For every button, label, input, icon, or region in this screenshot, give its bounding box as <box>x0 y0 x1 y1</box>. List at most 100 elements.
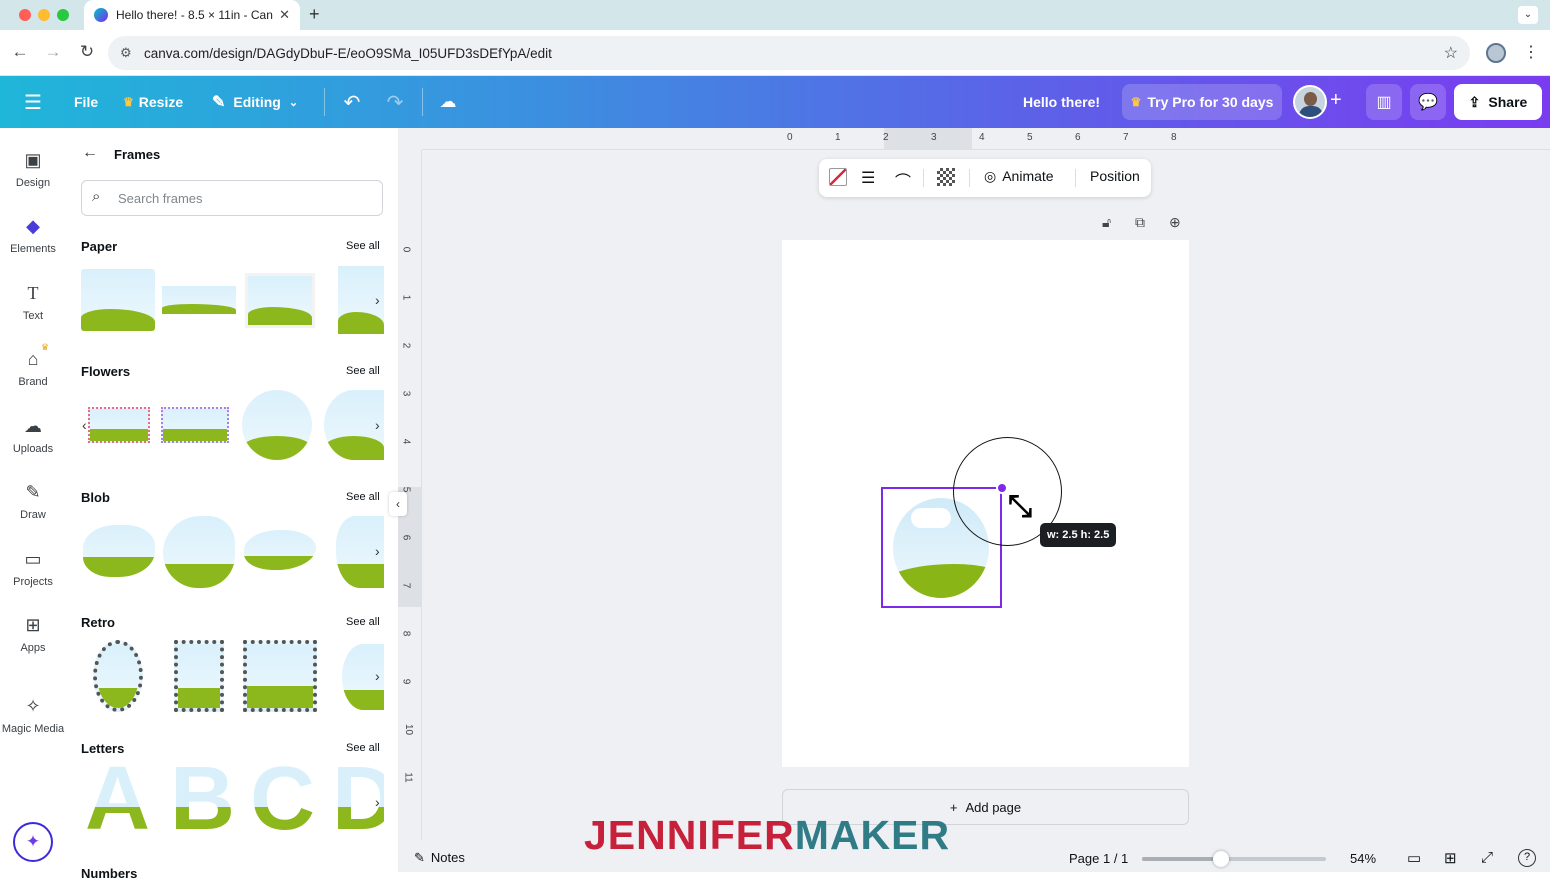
resize-button[interactable]: ♛ Resize <box>123 76 183 128</box>
border-color-icon[interactable] <box>829 168 847 186</box>
see-all-blob[interactable]: See all <box>346 491 380 503</box>
see-all-paper[interactable]: See all <box>346 240 380 252</box>
corner-rounding-icon[interactable]: ⌒ <box>895 168 911 192</box>
see-all-flowers[interactable]: See all <box>346 365 380 377</box>
bookmark-star-icon[interactable]: ☆ <box>1444 43 1458 63</box>
frame-thumb[interactable] <box>162 286 236 314</box>
editing-mode-button[interactable]: ✎ Editing ⌄ <box>212 76 298 128</box>
see-all-letters[interactable]: See all <box>346 742 380 754</box>
notes-button[interactable]: ✎ Notes <box>414 850 465 866</box>
comment-icon[interactable]: 💬 <box>1410 84 1446 120</box>
menu-icon[interactable]: ☰ <box>21 90 45 115</box>
ruler-tick-label: 7 <box>1123 132 1129 143</box>
rail-label: Text <box>22 310 44 322</box>
rail-label: Brand <box>18 376 48 388</box>
chevron-right-icon[interactable]: › <box>375 292 380 308</box>
border-style-icon[interactable]: ☰ <box>861 168 875 188</box>
size-tooltip: w: 2.5 h: 2.5 <box>1040 523 1117 547</box>
frame-thumb[interactable] <box>88 407 150 443</box>
frame-thumb[interactable] <box>243 640 317 712</box>
browser-menu-icon[interactable]: ⋮ <box>1523 42 1539 62</box>
try-pro-button[interactable]: ♛ Try Pro for 30 days <box>1122 84 1282 120</box>
minimize-window-button[interactable] <box>38 9 50 21</box>
url-text: canva.com/design/DAGdyDbuF-E/eoO9SMa_I05… <box>144 45 552 61</box>
duplicate-page-icon[interactable]: ⧉ <box>1135 214 1145 231</box>
forward-icon[interactable]: → <box>43 42 63 62</box>
horizontal-ruler <box>422 128 1550 150</box>
redo-icon[interactable]: ↷ <box>383 90 407 115</box>
fullscreen-icon[interactable]: ⤢ <box>1481 849 1493 866</box>
rail-item-brand[interactable]: ⌂ Brand <box>0 349 66 388</box>
transparency-icon[interactable] <box>937 168 955 186</box>
page-indicator[interactable]: Page 1 / 1 <box>1069 851 1128 866</box>
rail-item-draw[interactable]: ✎ Draw <box>0 482 66 521</box>
undo-icon[interactable]: ↶ <box>340 90 364 115</box>
letter-frame-c[interactable]: C <box>250 754 315 844</box>
rail-item-design[interactable]: ▣ Design <box>0 150 66 189</box>
lock-icon[interactable]: 🔓︎ <box>1102 214 1111 231</box>
search-frames-input[interactable]: ⌕ Search frames <box>81 180 383 216</box>
grid-view-icon[interactable]: ⊞ <box>1444 849 1457 867</box>
profile-avatar[interactable] <box>1486 43 1506 63</box>
chevron-right-icon[interactable]: › <box>375 668 380 684</box>
animate-button[interactable]: ◎ Animate <box>984 168 1054 185</box>
frame-thumb[interactable] <box>174 640 224 712</box>
rail-item-elements[interactable]: ◆ Elements <box>0 216 66 255</box>
chevron-right-icon[interactable]: › <box>375 543 380 559</box>
rail-item-projects[interactable]: ▭ Projects <box>0 549 66 588</box>
rail-label: Design <box>15 177 51 189</box>
document-title[interactable]: Hello there! <box>1023 76 1100 128</box>
site-settings-icon[interactable]: ⚙ <box>120 45 132 61</box>
rail-item-apps[interactable]: ⊞ Apps <box>0 615 66 654</box>
new-tab-icon[interactable]: + <box>309 4 320 25</box>
see-all-retro[interactable]: See all <box>346 616 380 628</box>
zoom-slider-knob[interactable] <box>1213 851 1230 867</box>
help-icon[interactable]: ? <box>1518 849 1536 867</box>
user-avatar[interactable] <box>1293 85 1327 119</box>
frame-thumb[interactable] <box>245 273 315 328</box>
rail-item-magic-media[interactable]: ✧ Magic Media <box>0 696 66 735</box>
frame-thumb[interactable] <box>242 390 312 460</box>
maximize-window-button[interactable] <box>57 9 69 21</box>
close-tab-icon[interactable]: ✕ <box>279 7 290 23</box>
text-icon: T <box>27 283 39 303</box>
file-menu-button[interactable]: File <box>74 76 98 128</box>
zoom-level[interactable]: 54% <box>1350 851 1376 866</box>
chevron-right-icon[interactable]: › <box>375 417 380 433</box>
rail-item-uploads[interactable]: ☁ Uploads <box>0 416 66 455</box>
magic-assistant-icon[interactable]: ✦ <box>13 822 53 862</box>
position-button[interactable]: Position <box>1090 168 1140 184</box>
back-icon[interactable]: ← <box>10 42 30 62</box>
invite-plus-icon[interactable]: + <box>1330 89 1342 112</box>
editor-footer: ✎ Notes Page 1 / 1 54% ▭ ⊞ ⤢ ? <box>398 846 1550 872</box>
frame-thumb[interactable] <box>163 516 235 588</box>
ruler-tick-label: 1 <box>400 294 412 301</box>
element-toolbar: ☰ ⌒ ◎ Animate Position <box>819 159 1151 197</box>
cloud-save-icon[interactable]: ☁ <box>436 92 460 112</box>
notes-icon: ✎ <box>414 850 425 865</box>
reload-icon[interactable]: ↻ <box>77 42 97 62</box>
zoom-slider[interactable] <box>1142 851 1326 867</box>
frame-thumb[interactable] <box>161 407 229 443</box>
letter-frame-b[interactable]: B <box>170 754 235 844</box>
divider <box>422 88 423 116</box>
frame-thumb[interactable] <box>244 530 316 570</box>
letter-frame-a[interactable]: A <box>85 754 150 844</box>
insights-chart-icon[interactable]: ▥ <box>1366 84 1402 120</box>
pages-view-icon[interactable]: ▭ <box>1407 849 1421 867</box>
frame-thumb[interactable] <box>81 269 155 331</box>
address-bar[interactable]: ⚙ canva.com/design/DAGdyDbuF-E/eoO9SMa_I… <box>108 36 1470 70</box>
collapse-panel-icon[interactable]: ‹ <box>389 492 407 516</box>
add-page-icon[interactable]: ⊕ <box>1169 214 1181 231</box>
browser-tab[interactable]: Hello there! - 8.5 × 11in - Can ✕ <box>84 0 300 30</box>
rail-item-text[interactable]: T Text <box>0 283 66 322</box>
close-window-button[interactable] <box>19 9 31 21</box>
share-button[interactable]: ⇪ Share <box>1454 84 1542 120</box>
frame-thumb[interactable] <box>83 525 155 577</box>
chevron-left-icon[interactable]: ‹ <box>82 417 87 433</box>
frame-thumb[interactable] <box>93 640 143 712</box>
chevron-right-icon[interactable]: › <box>375 794 380 810</box>
tab-search-icon[interactable]: ⌄ <box>1518 6 1538 24</box>
back-arrow-icon[interactable]: ← <box>82 144 98 162</box>
animate-label: Animate <box>1002 168 1054 184</box>
